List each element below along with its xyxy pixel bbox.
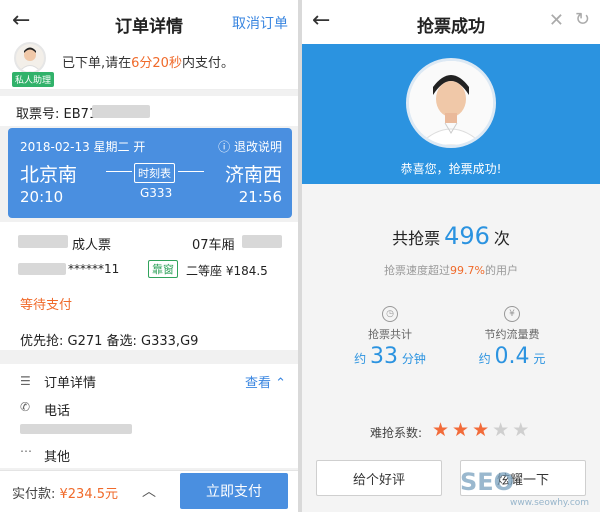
phone-icon: ✆ (20, 400, 31, 414)
star-icon: ★ (472, 419, 493, 441)
ticket-number-row: 取票号: EB71 (0, 96, 298, 126)
passenger-section: 成人票 07车厢 ******11 靠窗 二等座 ¥184.5 等待支付 优先抢… (0, 222, 298, 350)
from-station: 北京南 (20, 164, 78, 186)
order-details-section: ☰ 订单详情 查看 ⌃ ✆ 电话 ⋯ 其他 (0, 364, 298, 468)
countdown: 6分20秒 (131, 56, 182, 71)
redacted-block (18, 263, 66, 275)
rate-button[interactable]: 给个好评 (316, 460, 442, 496)
watermark: SEO www.seowhy.com (460, 468, 590, 508)
star-icon: ★ (512, 419, 533, 441)
grab-speed-text: 抢票速度超过99.7%的用户 (384, 264, 518, 277)
priority-trains: 优先抢: G271 备选: G333,G9 (20, 334, 199, 349)
star-icon: ★ (432, 419, 453, 441)
order-header: ← 订单详情 取消订单 (0, 0, 298, 44)
car-number: 07车厢 (192, 238, 235, 253)
redacted-block (18, 235, 68, 248)
payment-deadline-text: 已下单,请在6分20秒内支付。 (62, 56, 234, 71)
timetable-button[interactable]: 时刻表 (134, 163, 175, 183)
success-banner: 恭喜您，抢票成功! (302, 44, 600, 184)
grab-count-value: 496 (444, 222, 490, 250)
train-number: G333 (140, 186, 173, 200)
grab-success-screen: ← 抢票成功 ✕ ↻ 恭喜您，抢票成功! 共抢票 496 次 抢票速度超过99.7%… (302, 0, 600, 512)
payment-notice: 私人助理 已下单,请在6分20秒内支付。 (0, 42, 298, 90)
time-stat: ◷ 抢票共计 约 33 分钟 (330, 306, 450, 369)
phone-label: 电话 (44, 404, 71, 419)
status-badge: 等待支付 (20, 298, 73, 313)
redacted-block (92, 105, 150, 118)
ticket-number: 取票号: EB71 (16, 107, 98, 122)
other-label: 其他 (44, 450, 71, 465)
assistant-avatar (406, 58, 496, 148)
route-line (178, 171, 204, 172)
refresh-icon[interactable]: ↻ (575, 9, 590, 30)
difficulty-label: 难抢系数: (370, 426, 423, 440)
clock-icon: ◷ (382, 306, 398, 322)
departure-time: 20:10 (20, 188, 64, 206)
star-icon: ★ (452, 419, 473, 441)
close-icon[interactable]: ✕ (549, 10, 564, 31)
route-line (106, 171, 132, 172)
cancel-order-button[interactable]: 取消订单 (232, 13, 288, 33)
order-detail-screen: ← 订单详情 取消订单 私人助理 已下单,请在6分20秒内支付。 取票号: EB… (0, 0, 298, 512)
redacted-block (242, 235, 282, 248)
details-title: 订单详情 (44, 376, 97, 391)
id-number: ******11 (68, 262, 120, 276)
traffic-stat: ¥ 节约流量费 约 0.4 元 (452, 306, 572, 369)
assistant-avatar (14, 42, 46, 74)
yen-icon: ¥ (504, 306, 520, 322)
train-info-card: 2018-02-13 星期二 开 ⓘ 退改说明 北京南 济南西 时刻表 20:1… (8, 128, 292, 218)
difficulty-rating: ★★★★★ (432, 419, 532, 441)
ticket-type: 成人票 (72, 238, 112, 253)
grab-count: 共抢票 496 次 (392, 222, 510, 250)
to-station: 济南西 (224, 164, 282, 186)
list-icon: ☰ (20, 374, 31, 388)
refund-policy-link[interactable]: ⓘ 退改说明 (218, 138, 282, 155)
more-icon: ⋯ (20, 444, 32, 458)
star-icon: ★ (492, 419, 513, 441)
seat-price: 二等座 ¥184.5 (186, 264, 268, 278)
total-payment: 实付款: ¥234.5元 (12, 487, 119, 502)
redacted-block (20, 424, 132, 434)
payment-footer: 实付款: ¥234.5元 ︿ 立即支付 (0, 470, 298, 512)
arrival-time: 21:56 (238, 188, 282, 206)
pay-now-button[interactable]: 立即支付 (180, 473, 288, 509)
success-header: ← 抢票成功 ✕ ↻ (302, 0, 600, 44)
view-details-button[interactable]: 查看 ⌃ (245, 372, 286, 391)
congrats-message: 恭喜您，抢票成功! (400, 162, 502, 176)
assistant-badge: 私人助理 (12, 72, 55, 87)
window-seat-badge: 靠窗 (148, 260, 178, 278)
departure-date: 2018-02-13 星期二 开 (20, 140, 146, 154)
chevron-up-icon[interactable]: ︿ (142, 481, 156, 501)
